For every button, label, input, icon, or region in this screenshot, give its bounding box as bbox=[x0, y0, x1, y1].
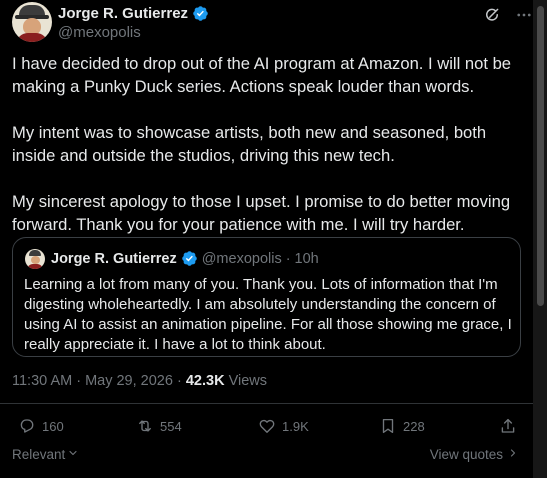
like-count: 1.9K bbox=[282, 418, 309, 434]
post-meta: 11:30 AM · May 29, 2026 · 42.3K Views bbox=[12, 373, 267, 389]
post: Jorge R. Gutierrez @mexopolis I have dec… bbox=[0, 0, 533, 478]
bookmark-button[interactable]: 228 bbox=[379, 417, 425, 435]
divider bbox=[0, 403, 533, 404]
post-text: I have decided to drop out of the AI pro… bbox=[12, 52, 522, 259]
repost-icon bbox=[136, 417, 154, 435]
scrollbar[interactable] bbox=[533, 0, 547, 478]
like-button[interactable]: 1.9K bbox=[258, 417, 309, 435]
reply-sort-button[interactable]: Relevant bbox=[12, 447, 79, 462]
chevron-right-icon bbox=[507, 447, 519, 462]
author-handle[interactable]: @mexopolis bbox=[58, 24, 141, 41]
scrollbar-thumb[interactable] bbox=[537, 6, 544, 306]
post-timestamp[interactable]: 11:30 AM · May 29, 2026 bbox=[12, 373, 173, 389]
repost-button[interactable]: 554 bbox=[136, 417, 182, 435]
reply-icon bbox=[18, 417, 36, 435]
author-avatar[interactable] bbox=[12, 2, 52, 42]
action-bar: 160 554 1.9K 228 bbox=[0, 417, 533, 439]
author-name-row: Jorge R. Gutierrez bbox=[58, 5, 209, 22]
author-name[interactable]: Jorge R. Gutierrez bbox=[58, 5, 188, 22]
quoted-author-name: Jorge R. Gutierrez bbox=[51, 250, 177, 267]
verified-badge-icon bbox=[181, 250, 198, 267]
quoted-separator: · bbox=[285, 250, 291, 267]
view-quotes-link[interactable]: View quotes bbox=[430, 447, 519, 462]
reply-button[interactable]: 160 bbox=[18, 417, 64, 435]
quoted-author-handle: @mexopolis bbox=[201, 250, 282, 267]
post-paragraph: My intent was to showcase artists, both … bbox=[12, 123, 487, 165]
like-icon bbox=[258, 417, 276, 435]
reply-sort-label: Relevant bbox=[12, 447, 66, 462]
post-paragraph: My sincerest apology to those I upset. I… bbox=[12, 192, 511, 234]
bookmark-count: 228 bbox=[403, 418, 425, 434]
share-icon bbox=[499, 417, 517, 435]
quoted-post[interactable]: Jorge R. Gutierrez @mexopolis · 10h Lear… bbox=[12, 237, 521, 357]
bookmark-icon bbox=[379, 417, 397, 435]
top-actions bbox=[483, 6, 533, 24]
meta-separator: · bbox=[176, 373, 182, 389]
quoted-header: Jorge R. Gutierrez @mexopolis · 10h bbox=[51, 250, 319, 267]
share-button[interactable] bbox=[499, 417, 517, 435]
grok-icon[interactable] bbox=[483, 6, 501, 24]
view-quotes-label: View quotes bbox=[429, 447, 503, 462]
quoted-text: Learning a lot from many of you. Thank y… bbox=[24, 276, 512, 353]
more-icon[interactable] bbox=[515, 6, 533, 24]
post-paragraph: I have decided to drop out of the AI pro… bbox=[12, 54, 512, 96]
repost-count: 554 bbox=[160, 418, 182, 434]
quoted-author-avatar bbox=[25, 249, 45, 269]
reply-count: 160 bbox=[42, 418, 64, 434]
quoted-age: 10h bbox=[294, 250, 319, 267]
chevron-down-icon bbox=[67, 447, 79, 462]
views-label: Views bbox=[228, 373, 267, 389]
views-count: 42.3K bbox=[185, 373, 225, 389]
verified-badge-icon[interactable] bbox=[192, 5, 209, 22]
